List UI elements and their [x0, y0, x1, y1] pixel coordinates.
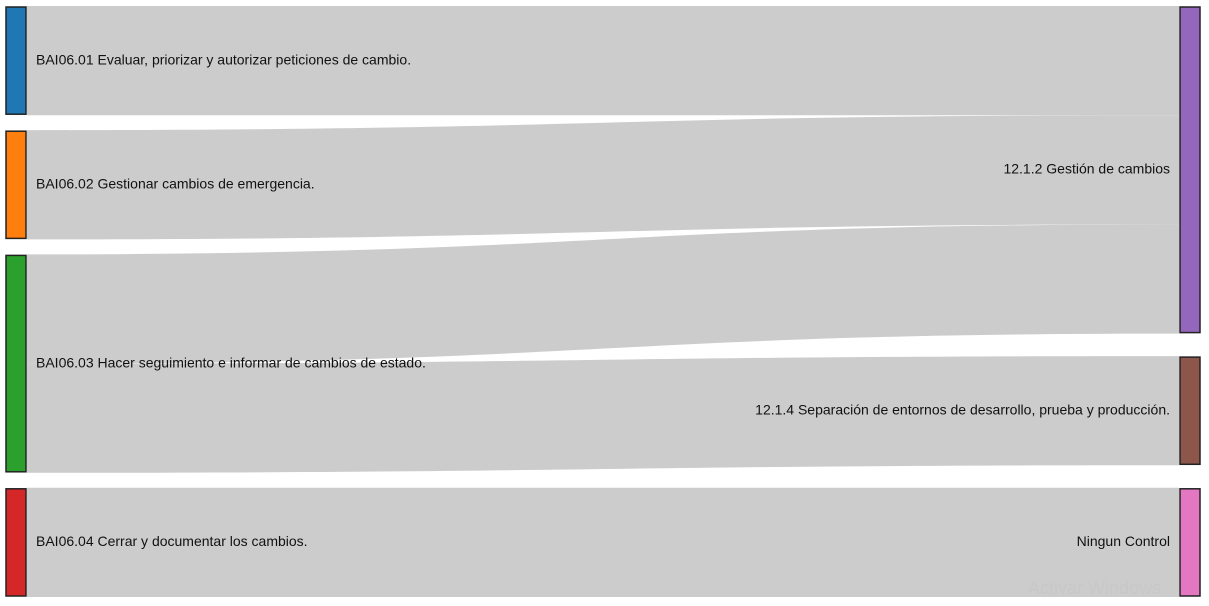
- link-bai0603-to-c1212: [27, 224, 1179, 364]
- sankey-links: [27, 6, 1179, 597]
- node-bai0603: [5, 254, 27, 473]
- node-label-c1214: 12.1.4 Separación de entornos de desarro…: [755, 401, 1170, 417]
- sankey-diagram: BAI06.01 Evaluar, priorizar y autorizar …: [5, 6, 1201, 597]
- node-label-bai0602: BAI06.02 Gestionar cambios de emergencia…: [36, 176, 315, 192]
- node-c1212: [1179, 6, 1201, 334]
- node-c1214: [1179, 356, 1201, 466]
- node-bai0604: [5, 488, 27, 597]
- node-bai0602: [5, 130, 27, 240]
- windows-activation-watermark: Activar Windows: [1028, 578, 1162, 598]
- node-label-bai0603: BAI06.03 Hacer seguimiento e informar de…: [36, 354, 426, 370]
- node-label-ninguno: Ningun Control: [1077, 533, 1170, 549]
- node-label-bai0601: BAI06.01 Evaluar, priorizar y autorizar …: [36, 51, 411, 67]
- node-label-bai0604: BAI06.04 Cerrar y documentar los cambios…: [36, 533, 308, 549]
- node-ninguno: [1179, 488, 1201, 597]
- node-label-c1212: 12.1.2 Gestión de cambios: [1003, 161, 1170, 177]
- node-bai0601: [5, 6, 27, 115]
